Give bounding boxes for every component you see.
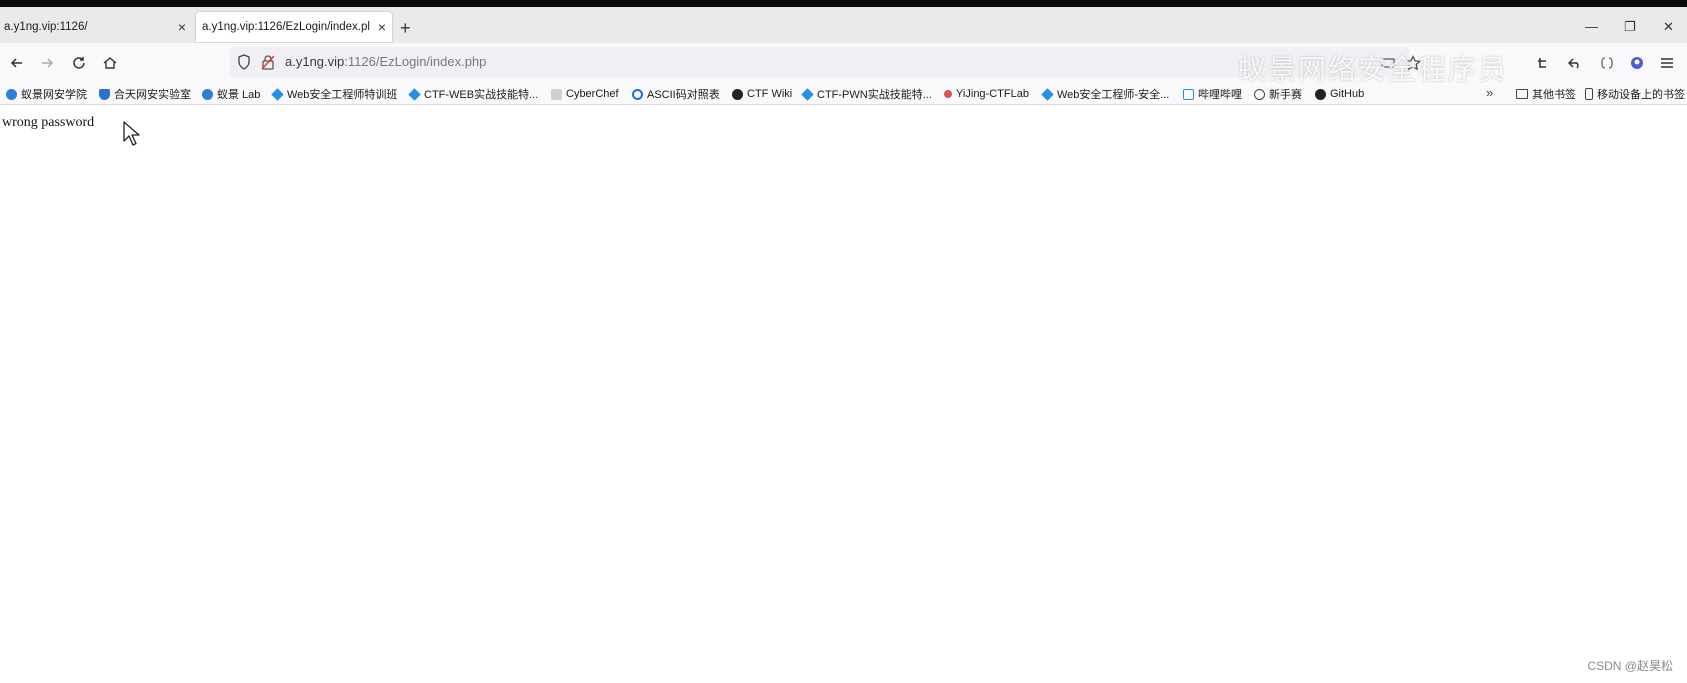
close-window-icon[interactable]: ✕ xyxy=(1663,19,1674,35)
new-tab-button[interactable]: + xyxy=(400,18,411,39)
bookmark-favicon-icon xyxy=(1183,88,1194,100)
bookmark-favicon-icon xyxy=(944,90,952,98)
bookmark-label: 蚁景网安学院 xyxy=(21,89,87,101)
bookmark-label: CTF-PWN实战技能特... xyxy=(817,89,932,101)
tab-title: a.y1ng.vip:1126/EzLogin/index.pl xyxy=(202,21,370,33)
github-icon xyxy=(1315,88,1326,100)
tab-title: a.y1ng.vip:1126/ xyxy=(4,21,88,33)
home-icon xyxy=(103,57,117,69)
shield-icon[interactable] xyxy=(237,54,251,75)
bookmark-favicon-icon xyxy=(632,88,643,100)
bookmark-favicon-icon xyxy=(551,88,562,100)
mobile-device-icon xyxy=(1585,88,1593,100)
bookmark-item[interactable]: 合天网安实验室 xyxy=(99,86,191,102)
bookmark-item[interactable]: 新手赛 xyxy=(1254,86,1302,102)
reload-button[interactable] xyxy=(68,52,90,74)
bookmark-favicon-icon xyxy=(732,88,743,100)
bookmarks-bar: 蚁景网安学院 合天网安实验室 蚁景 Lab Web安全工程师特训班 CTF-WE… xyxy=(0,83,1687,105)
bookmark-favicon-icon xyxy=(1041,87,1054,101)
bookmark-item[interactable]: 哔哩哔哩 xyxy=(1183,86,1242,102)
bookmark-item[interactable]: CTF Wiki xyxy=(732,86,792,102)
bookmark-item[interactable]: ASCII码对照表 xyxy=(632,86,720,102)
bookmark-favicon-icon xyxy=(271,87,284,101)
bookmark-item[interactable]: CyberChef xyxy=(551,86,619,102)
top-strip xyxy=(0,0,1687,7)
close-icon[interactable]: × xyxy=(372,19,392,35)
tab-home[interactable]: a.y1ng.vip:1126/ × xyxy=(0,12,192,42)
bookmark-favicon-icon xyxy=(408,87,421,101)
bookmark-item[interactable]: CTF-WEB实战技能特... xyxy=(408,86,539,102)
bookmark-item[interactable]: 蚁景网安学院 xyxy=(6,86,87,102)
bookmark-label: CyberChef xyxy=(566,88,619,100)
bookmark-favicon-icon xyxy=(6,88,17,100)
bookmark-favicon-icon xyxy=(1254,88,1265,100)
other-bookmarks-label: 其他书签 xyxy=(1532,89,1576,101)
bookmark-item[interactable]: CTF-PWN实战技能特... xyxy=(801,86,932,102)
extension-t-icon[interactable] xyxy=(1533,53,1553,73)
menu-icon[interactable] xyxy=(1657,53,1677,73)
close-icon[interactable]: × xyxy=(172,19,192,35)
bookmark-label: Web安全工程师特训班 xyxy=(287,89,398,101)
url-text[interactable]: a.y1ng.vip:1126/EzLogin/index.php xyxy=(285,54,486,69)
bookmark-favicon-icon xyxy=(801,87,814,101)
extension-avatar-icon[interactable] xyxy=(1627,53,1647,73)
bookmark-item[interactable]: YiJing-CTFLab xyxy=(944,86,1029,102)
bookmark-label: 新手赛 xyxy=(1269,89,1302,101)
undo-icon[interactable] xyxy=(1565,53,1585,73)
bookmark-label: CTF-WEB实战技能特... xyxy=(424,89,539,101)
bookmark-item[interactable]: 蚁景 Lab xyxy=(202,86,260,102)
bookmark-favicon-icon xyxy=(99,88,110,100)
bookmark-label: YiJing-CTFLab xyxy=(956,88,1029,100)
extension-bracket-icon[interactable] xyxy=(1597,53,1617,73)
page-message: wrong password xyxy=(2,115,95,130)
url-path: :1126/EzLogin/index.php xyxy=(344,54,487,69)
forward-arrow-icon xyxy=(42,58,54,68)
bookmark-label: GitHub xyxy=(1330,88,1365,100)
bookmark-item[interactable]: GitHub xyxy=(1315,86,1364,102)
home-button[interactable] xyxy=(99,52,121,74)
folder-icon xyxy=(1516,89,1528,99)
back-arrow-icon xyxy=(10,58,22,68)
bookmarks-overflow-chevron-icon[interactable]: » xyxy=(1486,85,1493,100)
mobile-bookmarks-label: 移动设备上的书签 xyxy=(1597,89,1685,101)
bookmark-label: 蚁景 Lab xyxy=(217,89,261,101)
bookmark-item[interactable]: Web安全工程师-安全... xyxy=(1041,86,1170,102)
tab-bar: a.y1ng.vip:1126/ × a.y1ng.vip:1126/EzLog… xyxy=(0,7,1687,43)
address-bar[interactable]: a.y1ng.vip:1126/EzLogin/index.php xyxy=(230,47,1410,77)
bookmark-label: Web安全工程师-安全... xyxy=(1057,89,1170,101)
bookmark-label: 哔哩哔哩 xyxy=(1198,89,1242,101)
back-button[interactable] xyxy=(6,52,28,74)
forward-button[interactable] xyxy=(36,52,58,74)
reload-icon xyxy=(73,57,85,69)
other-bookmarks[interactable]: 其他书签 xyxy=(1516,86,1576,102)
bookmark-label: ASCII码对照表 xyxy=(647,89,720,101)
mouse-cursor-icon xyxy=(123,121,140,146)
bookmark-label: 合天网安实验室 xyxy=(114,89,191,101)
csdn-watermark: CSDN @赵昊松 xyxy=(1587,659,1673,673)
url-host: a.y1ng.vip xyxy=(285,54,345,69)
tab-ezlogin[interactable]: a.y1ng.vip:1126/EzLogin/index.pl × xyxy=(196,12,392,42)
bookmark-label: CTF Wiki xyxy=(747,88,793,100)
restore-icon[interactable]: ❐ xyxy=(1624,19,1636,35)
minimize-icon[interactable]: — xyxy=(1585,19,1598,34)
bookmark-item[interactable]: Web安全工程师特训班 xyxy=(271,86,398,102)
bookmark-favicon-icon xyxy=(202,88,213,100)
mobile-bookmarks[interactable]: 移动设备上的书签 xyxy=(1585,86,1685,102)
video-watermark: 蚁景网络安全程序员 xyxy=(1238,53,1509,86)
insecure-lock-icon[interactable] xyxy=(261,54,275,75)
